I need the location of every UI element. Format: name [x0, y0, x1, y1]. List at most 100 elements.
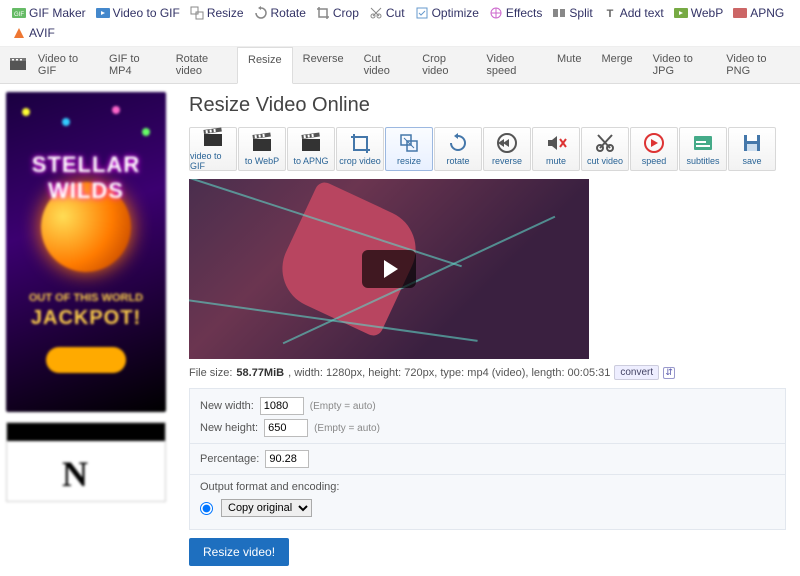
text-icon: T	[603, 6, 617, 20]
topnav-optimize[interactable]: Optimize	[411, 4, 483, 22]
subnav-tab-crop-video[interactable]: Crop video	[412, 47, 476, 83]
crop2-icon	[349, 132, 371, 154]
tool-to-apng-button[interactable]: to APNG	[287, 127, 335, 171]
topnav-label: Split	[569, 6, 592, 20]
subnav-tab-rotate-video[interactable]: Rotate video	[166, 47, 237, 83]
save-icon	[741, 132, 763, 154]
tool-label: save	[742, 156, 761, 166]
output-select[interactable]: Copy original	[221, 499, 312, 517]
height-label: New height:	[200, 422, 258, 434]
play-icon[interactable]	[362, 250, 416, 288]
tool-reverse-button[interactable]: reverse	[483, 127, 531, 171]
percentage-input[interactable]	[265, 450, 309, 468]
movie-icon	[8, 56, 28, 74]
topnav-effects[interactable]: Effects	[485, 4, 546, 22]
subnav-tab-gif-to-mp4[interactable]: GIF to MP4	[99, 47, 166, 83]
width-hint: (Empty = auto)	[310, 401, 376, 412]
main-content: Resize Video Online video to GIFto WebPt…	[175, 84, 800, 576]
sub-icon	[692, 132, 714, 154]
topnav-label: Video to GIF	[113, 6, 180, 20]
subnav-tab-video-to-gif[interactable]: Video to GIF	[28, 47, 99, 83]
output-label: Output format and encoding:	[200, 481, 339, 493]
subnav-tab-cut-video[interactable]: Cut video	[354, 47, 413, 83]
topnav-resize[interactable]: Resize	[186, 4, 248, 22]
subnav-tab-video-speed[interactable]: Video speed	[476, 47, 547, 83]
tool-label: reverse	[492, 156, 522, 166]
resize-submit-button[interactable]: Resize video!	[189, 538, 289, 566]
convert-button[interactable]: convert	[614, 365, 659, 380]
tool-rotate-button[interactable]: rotate	[434, 127, 482, 171]
width-input[interactable]	[260, 397, 304, 415]
subnav-tab-video-to-png[interactable]: Video to PNG	[716, 47, 792, 83]
rotate2-icon	[447, 132, 469, 154]
video-preview[interactable]	[189, 179, 589, 359]
tool-mute-button[interactable]: mute	[532, 127, 580, 171]
topnav-cut[interactable]: Cut	[365, 4, 409, 22]
vid-icon	[96, 6, 110, 20]
topnav-label: Add text	[620, 6, 664, 20]
avif-icon	[12, 26, 26, 40]
split-icon	[552, 6, 566, 20]
tool-subtitles-button[interactable]: subtitles	[679, 127, 727, 171]
rotate-icon	[254, 6, 268, 20]
clap-icon	[300, 132, 322, 154]
subnav-tab-resize[interactable]: Resize	[237, 47, 293, 84]
topnav-video-to-gif[interactable]: Video to GIF	[92, 4, 184, 22]
resize-form: New width: (Empty = auto) New height: (E…	[189, 388, 786, 530]
tool-to-webp-button[interactable]: to WebP	[238, 127, 286, 171]
topnav-label: Rotate	[271, 6, 306, 20]
apng-icon	[733, 6, 747, 20]
tool-speed-button[interactable]: speed	[630, 127, 678, 171]
topnav-label: WebP	[691, 6, 723, 20]
cut-icon	[369, 6, 383, 20]
topnav-apng[interactable]: APNG	[729, 4, 788, 22]
subnav-tab-video-to-jpg[interactable]: Video to JPG	[643, 47, 717, 83]
tool-label: rotate	[446, 156, 469, 166]
topnav-label: Crop	[333, 6, 359, 20]
file-meta: File size: 58.77MiB, width: 1280px, heig…	[189, 365, 786, 380]
fx-icon	[489, 6, 503, 20]
tool-toolbar: video to GIF to WebP to APNG crop video resi…	[189, 127, 786, 171]
tool-video-to-gif-button[interactable]: video to GIF	[189, 127, 237, 171]
tool-resize-button[interactable]: resize	[385, 127, 433, 171]
tool-label: to WebP	[245, 156, 279, 166]
topnav-crop[interactable]: Crop	[312, 4, 363, 22]
tool-label: speed	[642, 156, 667, 166]
topnav-split[interactable]: Split	[548, 4, 596, 22]
gif-icon: GIF	[12, 6, 26, 20]
clap-icon	[202, 127, 224, 149]
tool-save-button[interactable]: save	[728, 127, 776, 171]
height-input[interactable]	[264, 419, 308, 437]
rewind-icon	[496, 132, 518, 154]
topnav-add-text[interactable]: TAdd text	[599, 4, 668, 22]
ad-banner-1[interactable]: STELLARWILDS OUT OF THIS WORLD JACKPOT!	[6, 92, 166, 412]
height-hint: (Empty = auto)	[314, 423, 380, 434]
tool-crop-video-button[interactable]: crop video	[336, 127, 384, 171]
output-radio[interactable]	[200, 502, 213, 515]
convert-options-icon[interactable]: ⇵	[663, 367, 675, 379]
svg-text:GIF: GIF	[14, 12, 24, 18]
subnav-tab-mute[interactable]: Mute	[547, 47, 591, 83]
subnav-tab-merge[interactable]: Merge	[591, 47, 642, 83]
topnav-gif-maker[interactable]: GIFGIF Maker	[8, 4, 90, 22]
webp-icon	[674, 6, 688, 20]
crop-icon	[316, 6, 330, 20]
tool-label: mute	[546, 156, 566, 166]
ad-banner-2[interactable]: N	[6, 422, 166, 502]
topnav-label: AVIF	[29, 26, 55, 40]
speed-icon	[643, 132, 665, 154]
tool-cut-video-button[interactable]: cut video	[581, 127, 629, 171]
width-label: New width:	[200, 400, 254, 412]
tool-label: subtitles	[686, 156, 719, 166]
topnav-label: APNG	[750, 6, 784, 20]
tool-label: to APNG	[293, 156, 328, 166]
resize-icon	[190, 6, 204, 20]
tool-label: crop video	[339, 156, 381, 166]
topnav-avif[interactable]: AVIF	[8, 24, 59, 42]
clap-icon	[251, 132, 273, 154]
subnav-tab-reverse[interactable]: Reverse	[293, 47, 354, 83]
topnav-rotate[interactable]: Rotate	[250, 4, 310, 22]
sidebar-ads: STELLARWILDS OUT OF THIS WORLD JACKPOT! …	[0, 84, 175, 576]
tool-label: video to GIF	[190, 151, 236, 171]
topnav-webp[interactable]: WebP	[670, 4, 727, 22]
